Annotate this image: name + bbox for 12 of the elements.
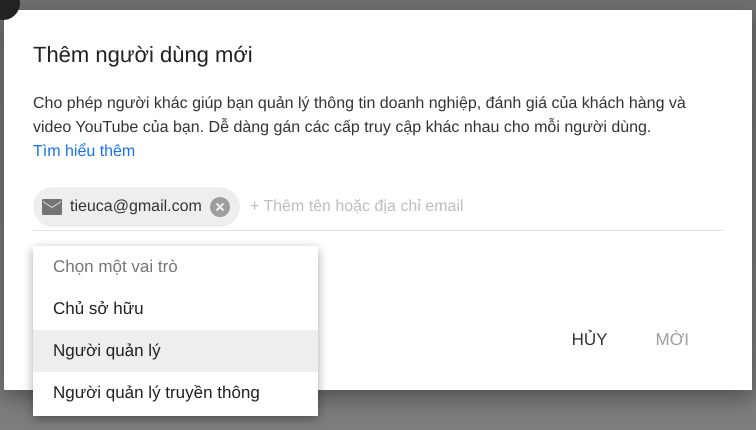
- remove-icon[interactable]: [210, 197, 230, 217]
- menu-item[interactable]: Chủ sở hữu: [33, 288, 318, 330]
- menu-header: Chọn một vai trò: [33, 246, 318, 288]
- email-chip[interactable]: tieuca@gmail.com: [33, 187, 240, 227]
- chip-email: tieuca@gmail.com: [70, 198, 202, 216]
- cancel-button[interactable]: HỦY: [558, 324, 622, 356]
- description: Cho phép người khác giúp bạn quản lý thông tin doanh nghiệp, đánh giá của khách hàng và video YouTube của bạn. Dễ dàng gán các cấp truy cập khác nhau cho mỗi người dùng. Tìm hiểu thêm: [33, 94, 687, 162]
- dialog-title: Thêm người dùng mới: [33, 41, 254, 69]
- mail-icon: [42, 199, 62, 215]
- menu-item[interactable]: Người quản lý: [33, 330, 318, 372]
- menu-item[interactable]: Người quản lý truyền thông: [33, 372, 318, 414]
- learn-more-link[interactable]: Tìm hiểu thêm: [33, 143, 136, 160]
